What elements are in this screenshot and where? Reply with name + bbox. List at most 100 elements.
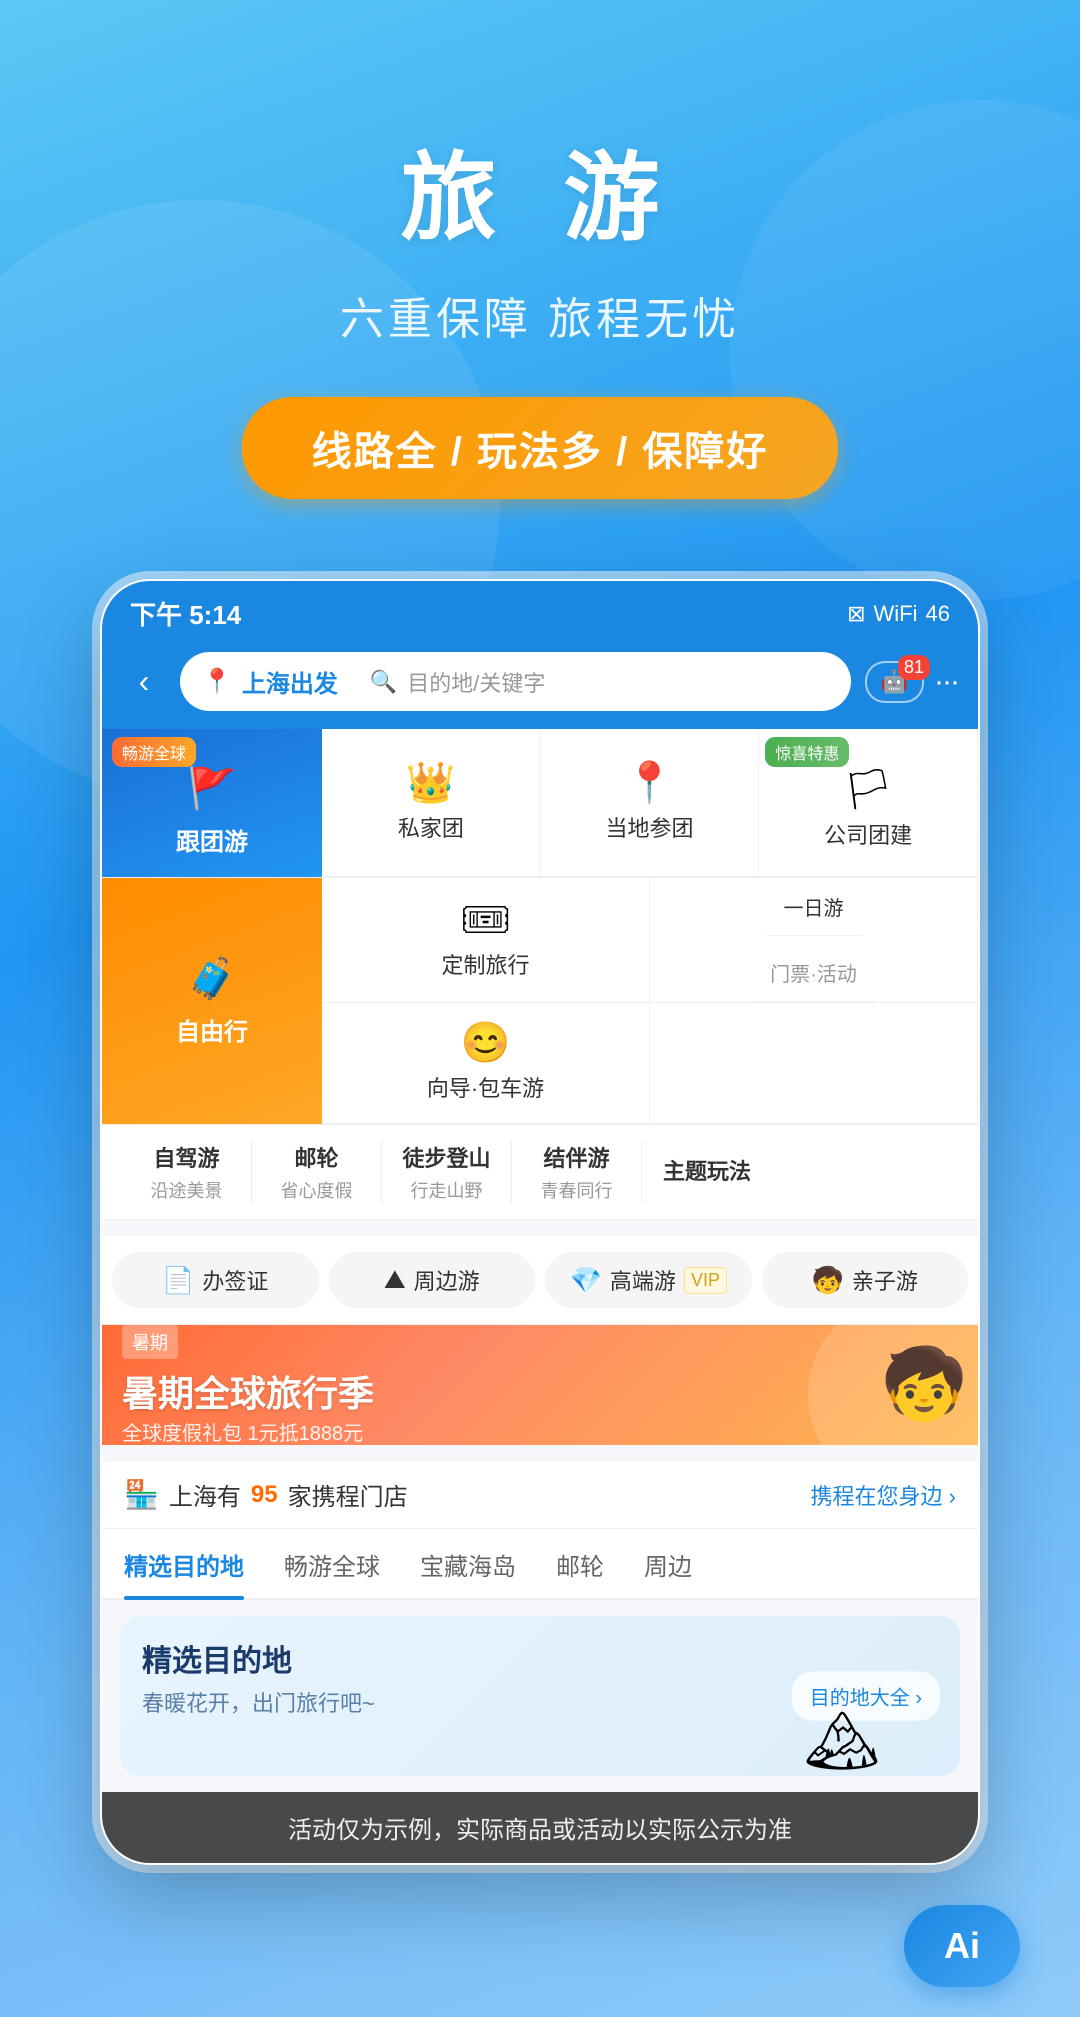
quick-item-family[interactable]: 🧒 亲子游 xyxy=(762,1252,969,1308)
company-tour-label: 公司团建 xyxy=(824,818,912,850)
cruise-sub: 省心度假 xyxy=(281,1177,353,1203)
company-tour-tag: 惊喜特惠 xyxy=(765,737,849,767)
store-link-text: 携程在您身边 › xyxy=(811,1479,956,1511)
battery-icon: 46 xyxy=(926,601,950,627)
search-bar[interactable]: 📍 上海出发 🔍 目的地/关键字 xyxy=(180,652,851,711)
menu-item-free-travel[interactable]: 🧳 自由行 xyxy=(102,878,322,1124)
quick-item-visa[interactable]: 📄 办签证 xyxy=(112,1252,319,1308)
menu-row-3: 自驾游 沿途美景 邮轮 省心度假 徒步登山 行走山野 结伴游 青春同行 主题玩法 xyxy=(102,1125,978,1220)
hero-title: 旅 游 xyxy=(0,120,1080,259)
hero-subtitle: 六重保障 旅程无忧 xyxy=(0,283,1080,347)
menu-item-day-tour[interactable]: 一日游 xyxy=(766,878,862,936)
companion-sub: 青春同行 xyxy=(541,1177,613,1203)
menu-item-cruise[interactable]: 邮轮 省心度假 xyxy=(252,1141,382,1203)
banner-text: 暑期 暑期全球旅行季 全球度假礼包 1元抵1888元 xyxy=(122,1325,374,1445)
menu-item-hiking[interactable]: 徒步登山 行走山野 xyxy=(382,1141,512,1203)
location-icon: 📍 xyxy=(202,667,232,696)
section-divider-2 xyxy=(102,1445,978,1461)
menu-item-company-tour[interactable]: 惊喜特惠 🏳 公司团建 xyxy=(759,729,978,877)
banner-sub-text: 全球度假礼包 1元抵1888元 xyxy=(122,1417,374,1446)
quick-access-row: 📄 办签证 ⛰ 周边游 💎 高端游 VIP 🧒 亲子游 xyxy=(102,1236,978,1325)
menu-item-right-top: 一日游 门票·活动 xyxy=(650,878,978,1003)
signal-icon: ⊠ xyxy=(847,601,865,627)
hero-section: 旅 游 六重保障 旅程无忧 线路全 / 玩法多 / 保障好 xyxy=(0,0,1080,559)
wifi-icon: WiFi xyxy=(874,601,918,627)
ai-label: Ai xyxy=(944,1925,980,1967)
status-bar: 下午 5:14 ⊠ WiFi 46 xyxy=(102,581,978,642)
nearby-label: 周边游 xyxy=(414,1264,480,1296)
header-actions: 🤖 81 ··· xyxy=(865,661,958,703)
banner-character: 🧒 xyxy=(881,1344,968,1426)
group-tour-tag: 畅游全球 xyxy=(112,737,196,767)
back-button[interactable]: ‹ xyxy=(122,663,166,700)
search-placeholder: 目的地/关键字 xyxy=(407,666,545,698)
more-button[interactable]: ··· xyxy=(934,665,958,699)
destination-card: 精选目的地 春暖花开，出门旅行吧~ 目的地大全 › 🏔 xyxy=(120,1616,960,1776)
hiking-sub: 行走山野 xyxy=(411,1177,483,1203)
tickets-label: 门票·活动 xyxy=(770,958,857,987)
custom-tour-icon: 🎟 xyxy=(460,900,511,940)
search-icon: 🔍 xyxy=(370,669,397,695)
departure-text: 上海出发 xyxy=(242,664,338,699)
promotion-banner[interactable]: 暑期 暑期全球旅行季 全球度假礼包 1元抵1888元 🧒 xyxy=(102,1325,978,1445)
nearby-icon: ⛰ xyxy=(384,1264,406,1296)
family-icon: 🧒 xyxy=(812,1265,844,1296)
menu-item-group-tour[interactable]: 畅游全球 🚩 跟团游 xyxy=(102,729,322,877)
private-tour-icon: 👑 xyxy=(406,763,456,803)
companion-label: 结伴游 xyxy=(543,1141,609,1173)
menu-item-local-tour[interactable]: 📍 当地参团 xyxy=(541,729,760,877)
section-divider-1 xyxy=(102,1220,978,1236)
bottom-area: Ai xyxy=(0,1875,1080,2017)
store-link[interactable]: 携程在您身边 › xyxy=(811,1479,956,1511)
menu-item-custom-tour[interactable]: 🎟 定制旅行 xyxy=(322,878,650,1003)
group-tour-icon: 🚩 xyxy=(187,765,237,812)
menu-item-private-tour[interactable]: 👑 私家团 xyxy=(322,729,541,877)
menu-item-theme[interactable]: 主题玩法 xyxy=(642,1154,772,1190)
self-drive-label: 自驾游 xyxy=(153,1141,219,1173)
menu-item-self-drive[interactable]: 自驾游 沿途美景 xyxy=(122,1141,252,1203)
visa-label: 办签证 xyxy=(202,1264,268,1296)
tab-island[interactable]: 宝藏海岛 xyxy=(420,1529,516,1598)
luxury-label: 高端游 xyxy=(610,1264,676,1296)
hiking-label: 徒步登山 xyxy=(402,1141,490,1173)
luxury-icon: 💎 xyxy=(570,1265,602,1296)
company-tour-icon: 🏳 xyxy=(843,770,894,810)
menu-row2-right: 🎟 定制旅行 一日游 门票·活动 😊 向导·包车游 xyxy=(322,878,978,1124)
disclaimer-bar: 活动仅为示例，实际商品或活动以实际公示为准 xyxy=(102,1792,978,1863)
menu-row-1: 畅游全球 🚩 跟团游 👑 私家团 📍 当地参团 惊喜特惠 🏳 公司团建 xyxy=(102,729,978,878)
tab-selected-dest[interactable]: 精选目的地 xyxy=(124,1529,244,1598)
menu-item-guide-tour[interactable]: 😊 向导·包车游 xyxy=(322,1003,650,1124)
destination-section: 精选目的地 春暖花开，出门旅行吧~ 目的地大全 › 🏔 xyxy=(102,1600,978,1792)
phone-container: 下午 5:14 ⊠ WiFi 46 ‹ 📍 上海出发 🔍 目的地/关键字 🤖 8… xyxy=(0,579,1080,1865)
vip-badge: VIP xyxy=(684,1267,727,1294)
ai-button[interactable]: Ai xyxy=(904,1905,1020,1987)
menu-row-2: 🧳 自由行 🎟 定制旅行 一日游 门票·活动 😊 xyxy=(102,878,978,1125)
hero-badge[interactable]: 线路全 / 玩法多 / 保障好 xyxy=(242,397,839,499)
self-drive-sub: 沿途美景 xyxy=(151,1177,223,1203)
day-tour-label: 一日游 xyxy=(784,892,844,921)
banner-decoration: 🧒 xyxy=(678,1325,978,1445)
quick-item-luxury[interactable]: 💎 高端游 VIP xyxy=(545,1252,752,1308)
store-count: 95 xyxy=(251,1481,278,1509)
tab-world[interactable]: 畅游全球 xyxy=(284,1529,380,1598)
store-suffix: 家携程门店 xyxy=(288,1477,408,1512)
store-info-row: 🏪 上海有 95 家携程门店 携程在您身边 › xyxy=(102,1461,978,1529)
tab-cruise[interactable]: 邮轮 xyxy=(556,1529,604,1598)
free-travel-icon: 🧳 xyxy=(187,955,237,1002)
group-tour-label: 跟团游 xyxy=(176,822,248,857)
store-left: 🏪 上海有 95 家携程门店 xyxy=(124,1477,408,1512)
guide-tour-icon: 😊 xyxy=(461,1023,511,1063)
status-time: 下午 5:14 xyxy=(130,595,241,632)
tabs-row: 精选目的地 畅游全球 宝藏海岛 邮轮 周边 xyxy=(102,1529,978,1600)
local-tour-label: 当地参团 xyxy=(605,811,693,843)
menu-item-companion[interactable]: 结伴游 青春同行 xyxy=(512,1141,642,1203)
tab-nearby[interactable]: 周边 xyxy=(644,1529,692,1598)
menu-item-tickets[interactable]: 门票·活动 xyxy=(752,944,875,1002)
local-tour-icon: 📍 xyxy=(625,763,675,803)
menu-col-3: 👑 私家团 📍 当地参团 惊喜特惠 🏳 公司团建 xyxy=(322,729,978,877)
banner-main-text: 暑期全球旅行季 xyxy=(122,1365,374,1417)
hi-badge[interactable]: 🤖 81 xyxy=(865,661,924,703)
quick-item-nearby[interactable]: ⛰ 周边游 xyxy=(329,1252,536,1308)
theme-label: 主题玩法 xyxy=(663,1154,751,1186)
store-icon: 🏪 xyxy=(124,1478,159,1511)
